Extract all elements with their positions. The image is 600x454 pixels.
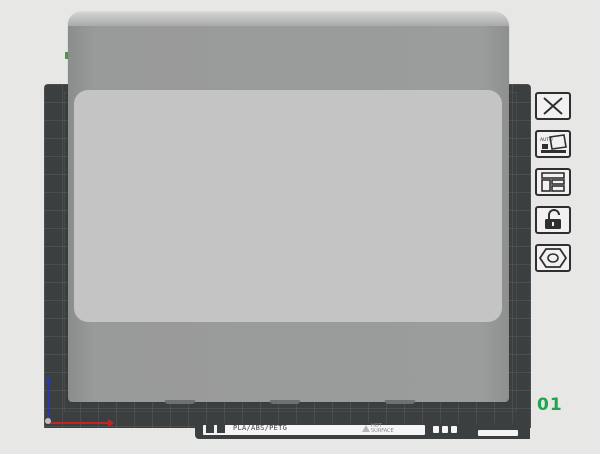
lock-button[interactable] [535, 206, 571, 234]
model-object-face [74, 90, 502, 322]
axis-origin [45, 418, 51, 424]
warning-icon [362, 425, 370, 432]
filament-label: PLA/ABS/PETG [233, 424, 288, 432]
arrange-icon [541, 172, 565, 192]
hot-surface-label: HOT SURFACE [371, 423, 394, 434]
auto-orient-icon: AUTO [540, 134, 567, 153]
thermometer-icon [433, 426, 439, 433]
plate-notch [478, 430, 518, 436]
plate-type-icons [206, 425, 225, 433]
plate-number: 01 [537, 395, 563, 415]
x-axis-arrow [48, 419, 114, 427]
3d-viewport[interactable]: PLA/ABS/PETG HOT SURFACE AUTO 01 [0, 0, 600, 454]
auto-orient-button[interactable]: AUTO [535, 130, 571, 158]
model-foot [165, 400, 195, 404]
unlock-icon [545, 209, 561, 229]
hex-nut-icon [538, 248, 568, 268]
model-foot [385, 400, 415, 404]
model-foot [270, 400, 300, 404]
plate-strip-icons [433, 426, 457, 433]
plate-square-icon [217, 425, 225, 433]
model-object-rim [68, 12, 509, 26]
thermometer-icon [451, 426, 457, 433]
square-icon [442, 426, 448, 433]
close-icon [543, 97, 563, 115]
plate-grid-icon [206, 425, 214, 433]
auto-label: AUTO [540, 137, 553, 143]
delete-button[interactable] [535, 92, 571, 120]
plate-toolbar: AUTO [535, 92, 571, 272]
settings-button[interactable] [535, 244, 571, 272]
arrange-button[interactable] [535, 168, 571, 196]
